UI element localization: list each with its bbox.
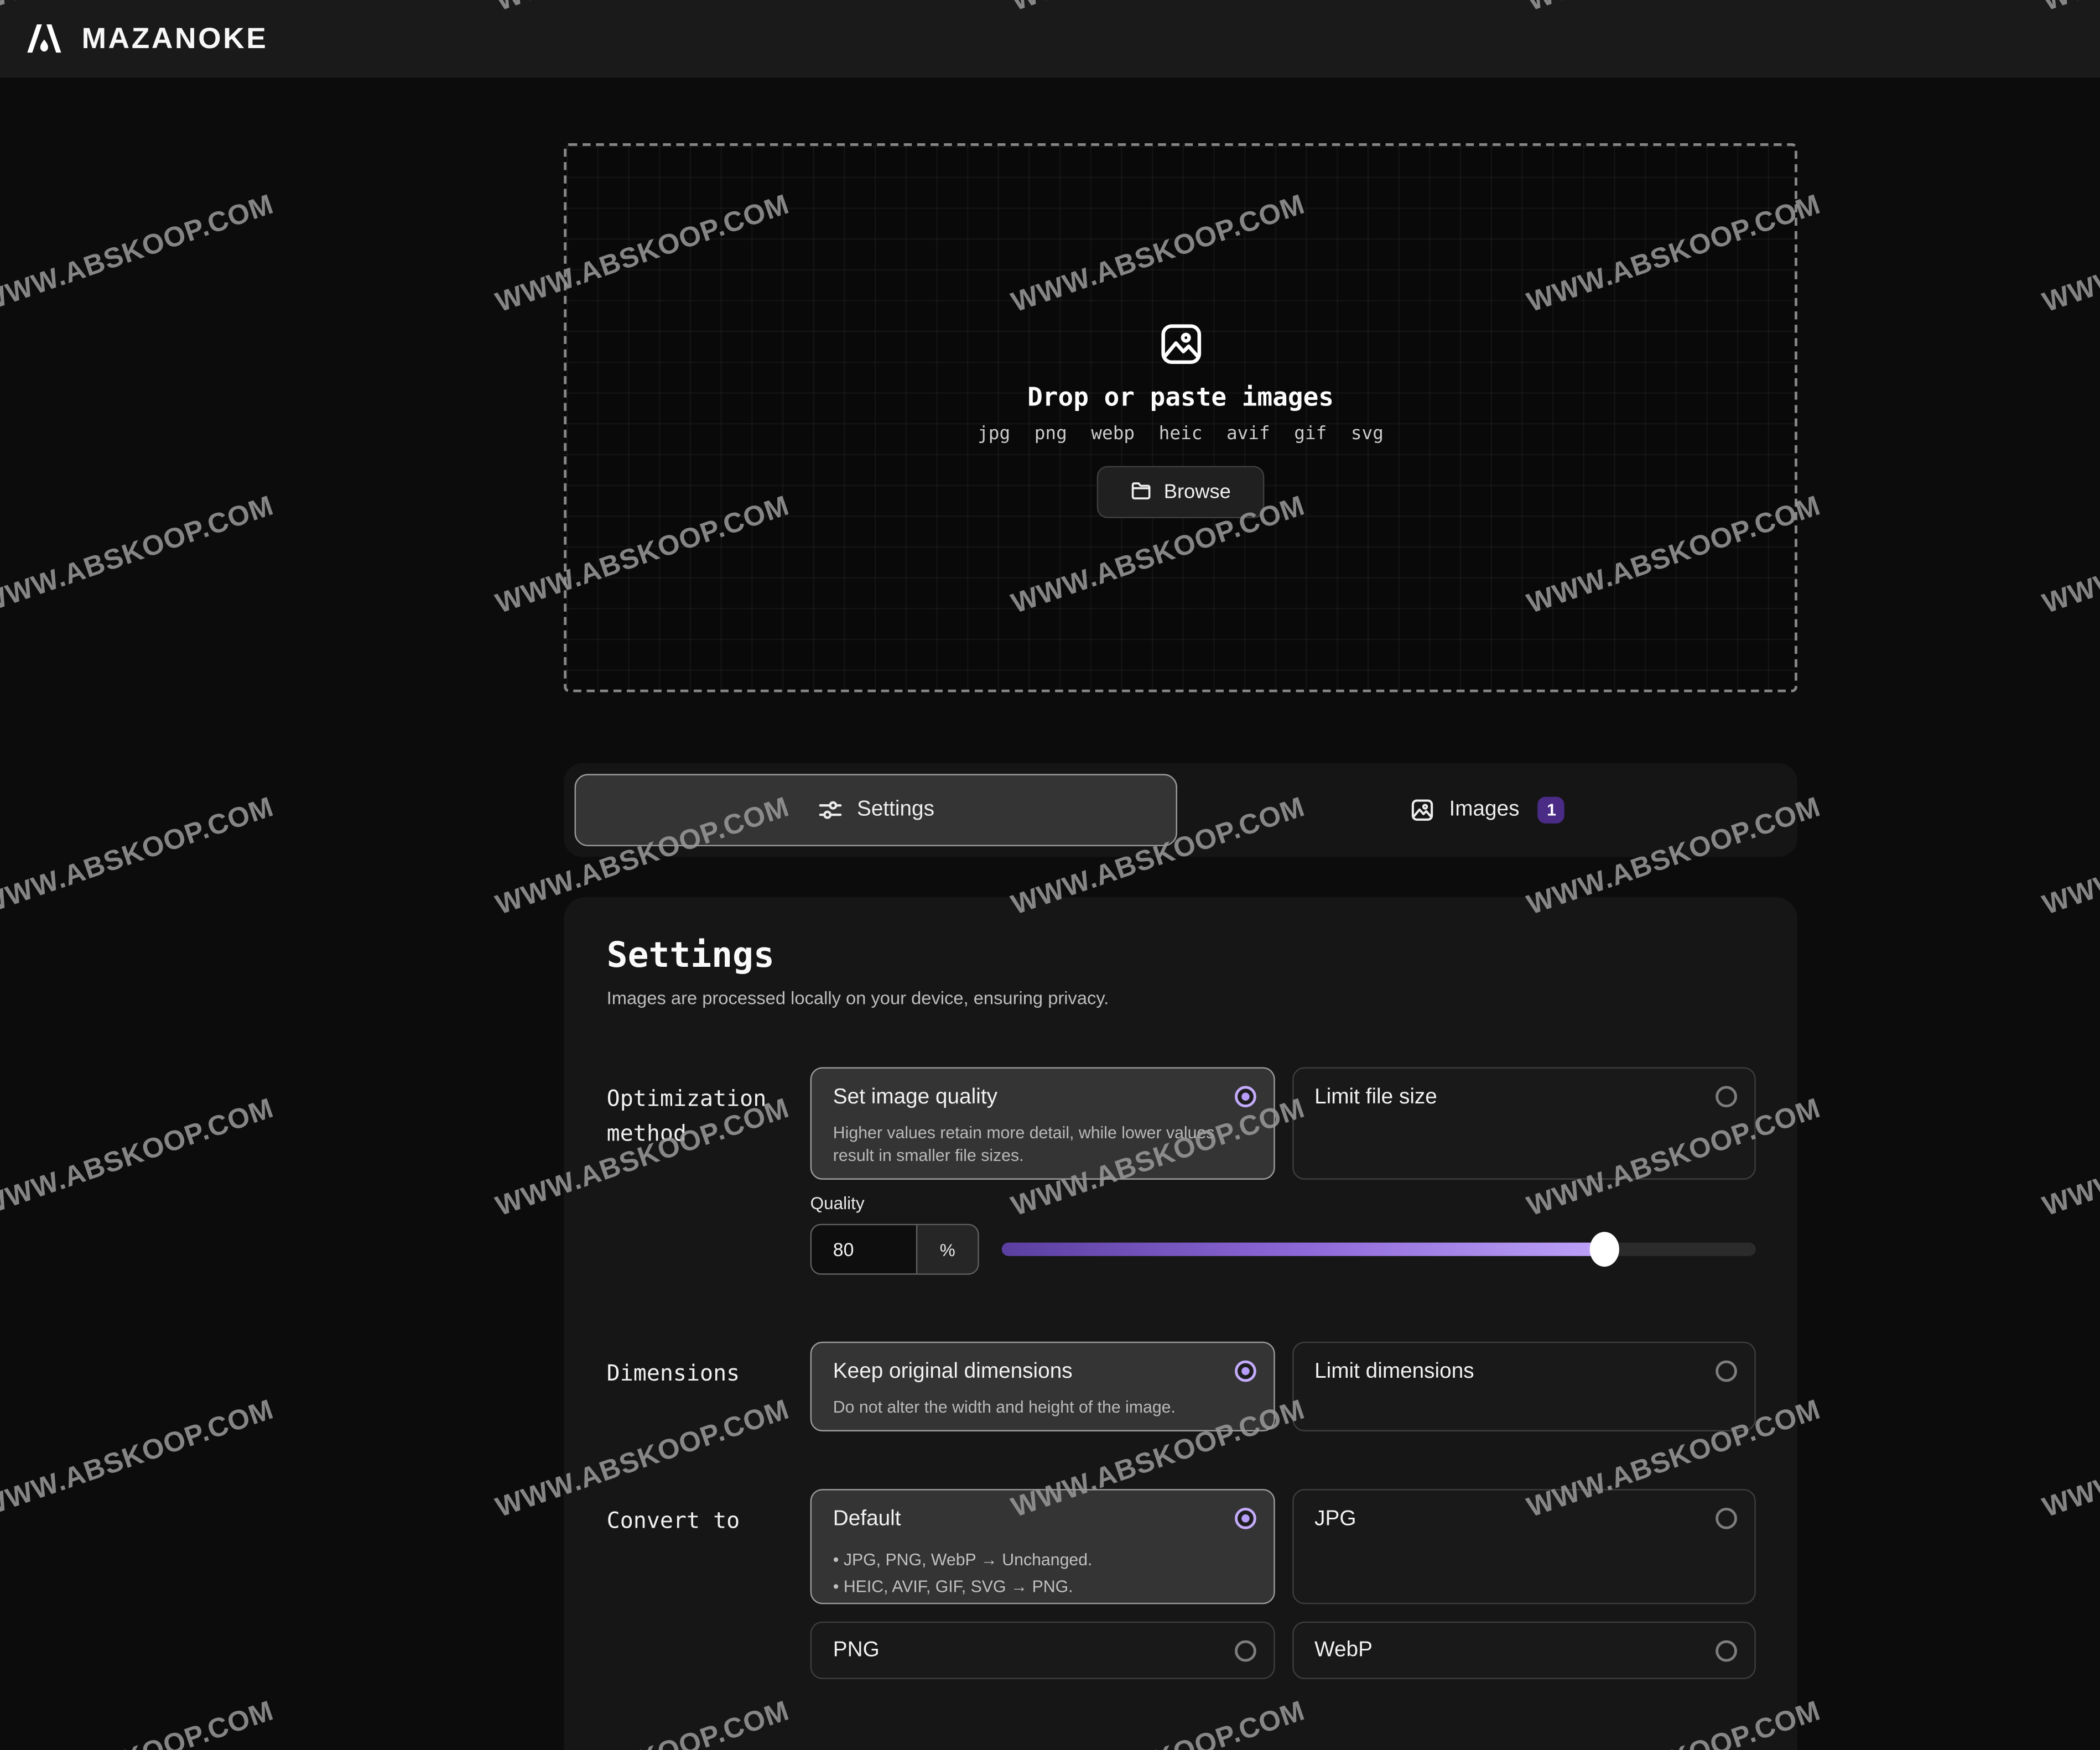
- option-title: Limit file size: [1314, 1085, 1733, 1111]
- section-label-optimization-method: Optimization method: [607, 1082, 794, 1153]
- settings-subtitle: Images are processed locally on your dev…: [607, 988, 1109, 1008]
- option-convert-jpg[interactable]: JPG: [1292, 1489, 1756, 1604]
- convert-to-options-row1: Default • JPG, PNG, WebP → Unchanged. • …: [810, 1489, 1756, 1604]
- settings-panel: Settings Images are processed locally on…: [564, 897, 1797, 1750]
- app-screen: MAZANOKE Drop or paste images jpg png webp…: [0, 0, 2100, 1750]
- convert-to-options-row2: PNG WebP: [810, 1622, 1756, 1679]
- browse-label: Browse: [1164, 480, 1231, 503]
- quality-unit-label: %: [916, 1225, 978, 1273]
- radio-unselected-icon[interactable]: [1716, 1640, 1737, 1662]
- radio-unselected-icon[interactable]: [1234, 1640, 1256, 1662]
- folder-icon: [1130, 481, 1152, 502]
- watermark-text: WWW.ABSKOOP.COM: [2039, 491, 2100, 621]
- watermark-text: WWW.ABSKOOP.COM: [0, 1394, 278, 1525]
- option-convert-png[interactable]: PNG: [810, 1622, 1275, 1679]
- convert-rule-line: • JPG, PNG, WebP → Unchanged.: [833, 1546, 1252, 1573]
- radio-unselected-icon[interactable]: [1716, 1508, 1737, 1529]
- option-limit-file-size[interactable]: Limit file size: [1292, 1067, 1756, 1179]
- tabs-bar: Settings Images 1: [564, 763, 1797, 857]
- tab-images[interactable]: Images 1: [1187, 774, 1786, 846]
- format-heic: heic: [1159, 423, 1203, 444]
- radio-selected-icon[interactable]: [1234, 1361, 1256, 1382]
- option-description: • JPG, PNG, WebP → Unchanged. • HEIC, AV…: [833, 1546, 1252, 1600]
- tab-settings-label: Settings: [857, 798, 934, 822]
- app-title: MAZANOKE: [82, 22, 268, 56]
- option-title: Keep original dimensions: [833, 1359, 1252, 1386]
- image-icon: [1155, 318, 1206, 369]
- option-title: Set image quality: [833, 1085, 1252, 1111]
- radio-unselected-icon[interactable]: [1716, 1361, 1737, 1382]
- option-convert-default[interactable]: Default • JPG, PNG, WebP → Unchanged. • …: [810, 1489, 1275, 1604]
- section-label-dimensions: Dimensions: [607, 1356, 794, 1392]
- watermark-text: WWW.ABSKOOP.COM: [0, 1695, 278, 1750]
- tab-images-label: Images: [1449, 798, 1519, 822]
- format-jpg: jpg: [978, 423, 1010, 444]
- quality-input-group: 80 %: [810, 1224, 979, 1275]
- option-convert-webp[interactable]: WebP: [1292, 1622, 1756, 1679]
- watermark-text: WWW.ABSKOOP.COM: [0, 1093, 278, 1223]
- tab-settings[interactable]: Settings: [575, 774, 1177, 846]
- format-avif: avif: [1226, 423, 1270, 444]
- optimization-method-options: Set image quality Higher values retain m…: [810, 1067, 1756, 1179]
- format-webp: webp: [1091, 423, 1135, 444]
- image-icon: [1409, 796, 1436, 823]
- convert-rule-line: • HEIC, AVIF, GIF, SVG → PNG.: [833, 1574, 1252, 1600]
- option-title: PNG: [833, 1638, 1252, 1664]
- quality-label: Quality: [810, 1193, 865, 1213]
- images-count-badge: 1: [1538, 796, 1564, 823]
- quality-value-input[interactable]: 80: [812, 1225, 916, 1273]
- dropzone[interactable]: Drop or paste images jpg png webp heic avif g…: [564, 143, 1797, 692]
- option-title: JPG: [1314, 1507, 1733, 1533]
- radio-selected-icon[interactable]: [1234, 1508, 1256, 1529]
- option-description: Do not alter the width and height of the…: [833, 1397, 1252, 1419]
- dimensions-options: Keep original dimensions Do not alter th…: [810, 1342, 1756, 1431]
- top-bar: MAZANOKE: [0, 0, 2100, 77]
- option-title: WebP: [1314, 1638, 1733, 1664]
- browse-button[interactable]: Browse: [1097, 465, 1265, 517]
- sliders-icon: [817, 796, 843, 823]
- watermark-text: WWW.ABSKOOP.COM: [0, 491, 278, 621]
- watermark-text: WWW.ABSKOOP.COM: [2039, 1394, 2100, 1525]
- section-label-convert-to: Convert to: [607, 1504, 794, 1539]
- settings-heading: Settings: [607, 935, 774, 977]
- watermark-text: WWW.ABSKOOP.COM: [2039, 791, 2100, 922]
- option-description: Higher values retain more detail, while …: [833, 1122, 1252, 1168]
- watermark-text: WWW.ABSKOOP.COM: [0, 791, 278, 922]
- option-set-image-quality[interactable]: Set image quality Higher values retain m…: [810, 1067, 1275, 1179]
- dropzone-formats: jpg png webp heic avif gif svg: [965, 423, 1395, 444]
- quality-slider-thumb[interactable]: [1590, 1232, 1620, 1267]
- format-gif: gif: [1294, 423, 1327, 444]
- format-png: png: [1035, 423, 1067, 444]
- watermark-text: WWW.ABSKOOP.COM: [0, 189, 278, 320]
- option-title: Default: [833, 1507, 1252, 1533]
- mazanoke-logo-icon: [24, 17, 65, 60]
- option-title: Limit dimensions: [1314, 1359, 1733, 1386]
- watermark-text: WWW.ABSKOOP.COM: [2039, 1695, 2100, 1750]
- option-limit-dimensions[interactable]: Limit dimensions: [1292, 1342, 1756, 1431]
- dropzone-title: Drop or paste images: [1027, 382, 1334, 412]
- watermark-text: WWW.ABSKOOP.COM: [2039, 189, 2100, 320]
- radio-selected-icon[interactable]: [1234, 1086, 1256, 1107]
- watermark-text: WWW.ABSKOOP.COM: [2039, 1093, 2100, 1223]
- format-svg: svg: [1351, 423, 1384, 444]
- radio-unselected-icon[interactable]: [1716, 1086, 1737, 1107]
- quality-slider-fill: [1002, 1243, 1605, 1256]
- quality-slider[interactable]: [1002, 1243, 1756, 1256]
- option-keep-original-dimensions[interactable]: Keep original dimensions Do not alter th…: [810, 1342, 1275, 1431]
